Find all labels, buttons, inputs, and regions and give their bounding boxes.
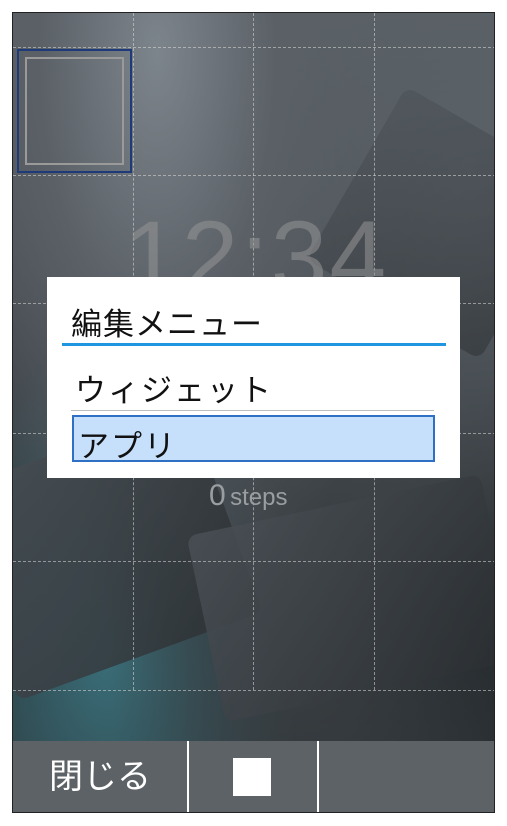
grid-line — [13, 690, 494, 691]
grid-line — [13, 175, 494, 176]
center-softkey[interactable] — [188, 741, 316, 812]
steps-count: 0 — [209, 479, 226, 512]
steps-unit: steps — [230, 484, 288, 511]
close-softkey[interactable]: 閉じる — [13, 741, 187, 812]
selected-grid-cell[interactable] — [17, 49, 132, 173]
menu-item-app[interactable]: アプリ — [72, 415, 435, 465]
steps-widget: 0 steps — [209, 479, 288, 513]
menu-item-divider — [71, 410, 434, 411]
grid-line — [13, 47, 494, 48]
softkey-bar: 閉じる — [13, 741, 494, 812]
dialog-title-divider — [62, 343, 446, 346]
square-icon — [233, 758, 271, 796]
selected-cell-inner — [25, 57, 124, 165]
grid-line — [13, 561, 494, 562]
menu-item-widget[interactable]: ウィジェット — [75, 365, 273, 410]
dialog-title: 編集メニュー — [71, 307, 263, 343]
right-softkey[interactable] — [319, 741, 494, 812]
menu-item-app-label: アプリ — [78, 429, 177, 465]
edit-menu-dialog: 編集メニュー ウィジェット アプリ — [47, 277, 460, 478]
